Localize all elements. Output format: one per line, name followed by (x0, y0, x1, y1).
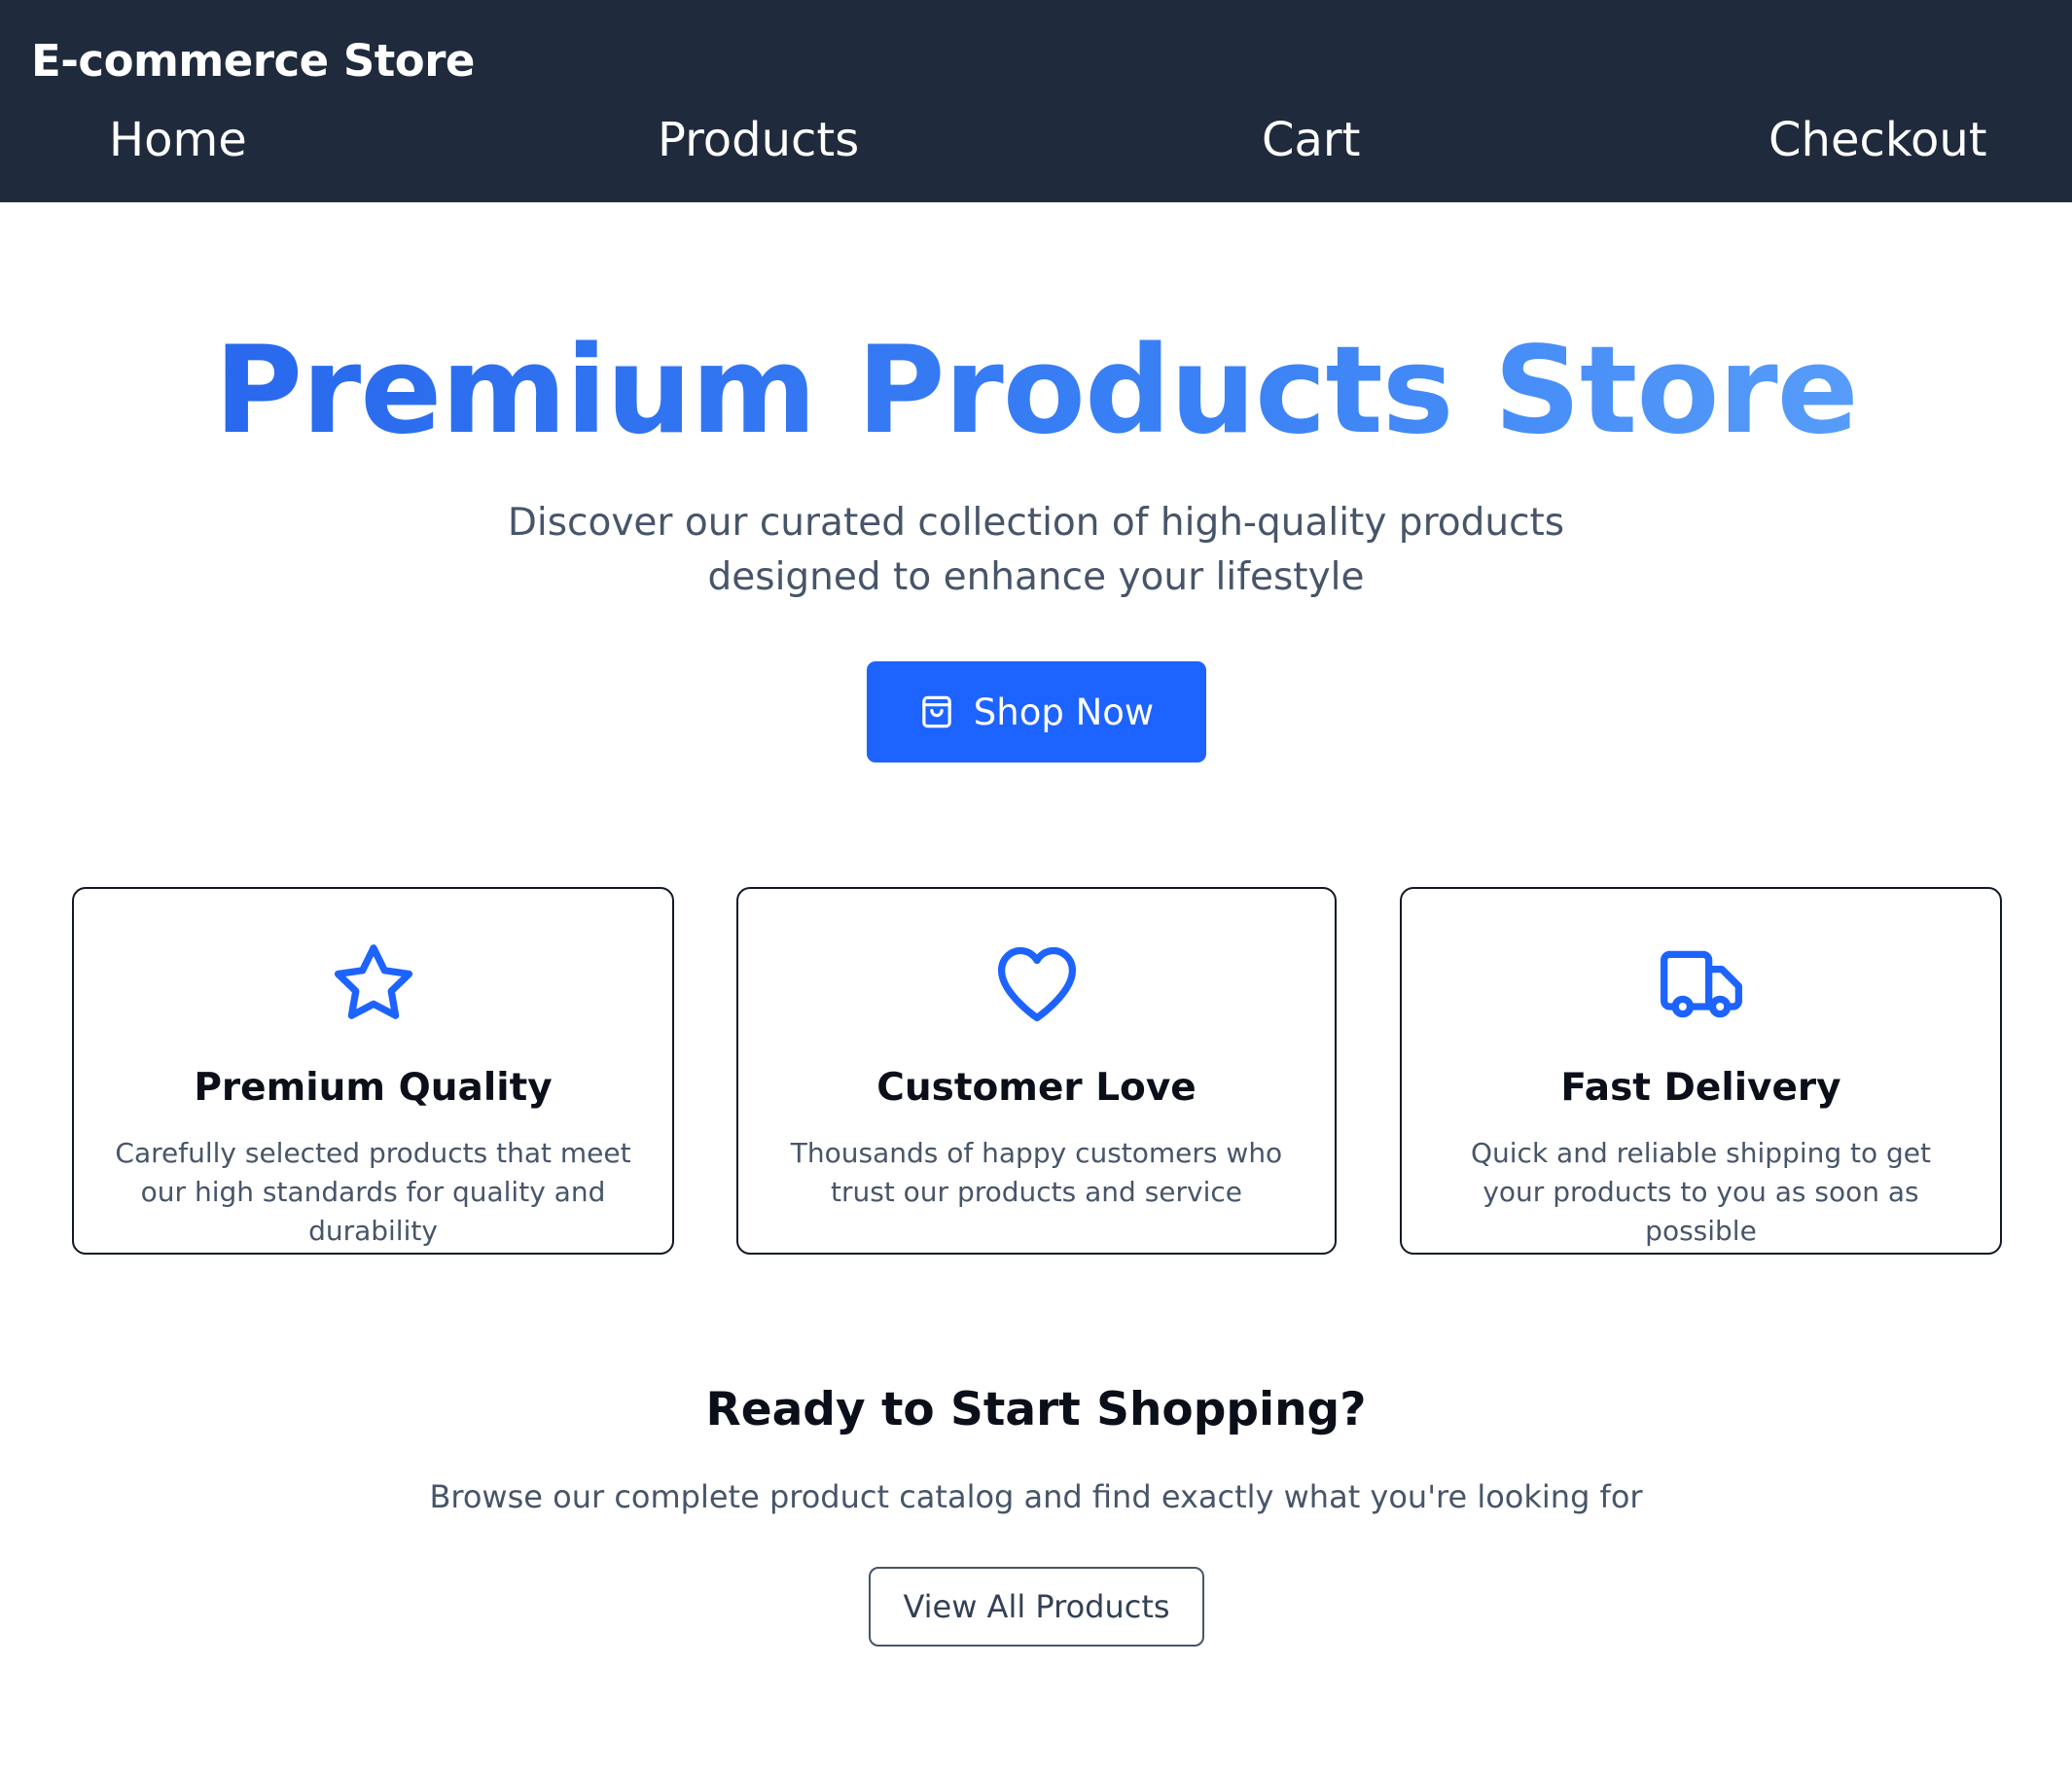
top-navbar: E-commerce Store Home Products Cart Chec… (0, 0, 2072, 202)
heart-icon (992, 939, 1082, 1029)
shop-now-button[interactable]: Shop Now (867, 661, 1206, 762)
star-icon (329, 939, 418, 1029)
feature-title: Premium Quality (194, 1066, 553, 1110)
feature-title: Customer Love (876, 1066, 1197, 1110)
nav-link-cart[interactable]: Cart (1262, 113, 1360, 167)
cta-title: Ready to Start Shopping? (705, 1383, 1367, 1436)
store-brand[interactable]: E-commerce Store (31, 35, 475, 87)
view-all-products-button[interactable]: View All Products (869, 1567, 1204, 1647)
nav-link-home[interactable]: Home (109, 113, 247, 167)
feature-title: Fast Delivery (1560, 1066, 1841, 1110)
nav-link-products[interactable]: Products (658, 113, 859, 167)
truck-icon (1657, 939, 1746, 1029)
nav-link-checkout[interactable]: Checkout (1768, 113, 1987, 167)
shopping-bag-icon (919, 693, 954, 730)
feature-description: Thousands of happy customers who trust o… (790, 1137, 1283, 1208)
shop-now-label: Shop Now (973, 691, 1155, 733)
feature-card-premium-quality: Premium Quality Carefully selected produ… (72, 887, 674, 1255)
feature-description: Quick and reliable shipping to get your … (1470, 1137, 1932, 1247)
feature-card-customer-love: Customer Love Thousands of happy custome… (736, 887, 1337, 1255)
hero-subtitle: Discover our curated collection of high-… (507, 501, 1565, 599)
feature-description: Carefully selected products that meet ou… (115, 1137, 631, 1247)
hero-title: Premium Products Store (0, 321, 2072, 461)
cta-subtitle: Browse our complete product catalog and … (429, 1478, 1643, 1515)
feature-card-fast-delivery: Fast Delivery Quick and reliable shippin… (1400, 887, 2002, 1255)
